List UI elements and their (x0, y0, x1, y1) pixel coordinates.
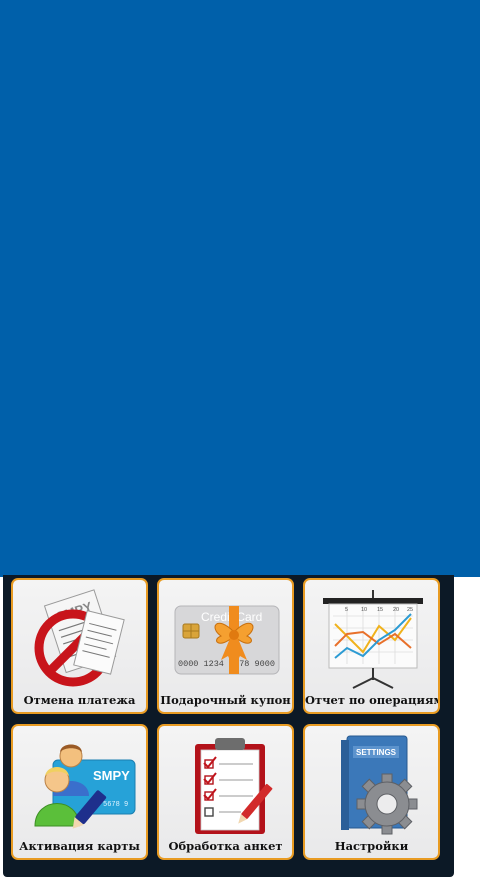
tile-operations-report[interactable]: 5 10 15 20 25 Отчет по операциям (303, 578, 440, 714)
settings-gear-icon: SETTINGS (341, 735, 418, 835)
tile-label: Обработка анкет (168, 839, 283, 853)
svg-text:15: 15 (377, 607, 383, 613)
tile-label: Подарочный купон (160, 693, 291, 707)
svg-text:20: 20 (393, 607, 399, 613)
tile-gift-coupon[interactable]: Credit Card 0000 1234 5678 9000 Подарочн… (157, 578, 294, 714)
questionnaire-clipboard-icon (195, 738, 273, 834)
svg-text:5678 9: 5678 9 (103, 801, 128, 809)
tile-label: Отчет по операциям (305, 693, 440, 707)
svg-text:SETTINGS: SETTINGS (356, 748, 397, 757)
report-chart-icon: 5 10 15 20 25 (323, 590, 423, 689)
svg-text:0000 1234 5678 9000: 0000 1234 5678 9000 (178, 659, 275, 669)
tile-settings[interactable]: SETTINGS Настройки (303, 724, 440, 860)
main-menu: SMPY Отмена платежа Credit Card 0000 123… (3, 575, 454, 877)
tile-label: Отмена платежа (23, 693, 136, 707)
gift-card-icon: Credit Card 0000 1234 5678 9000 (174, 605, 280, 675)
svg-text:25: 25 (407, 607, 413, 613)
tile-label: Настройки (334, 839, 409, 853)
svg-text:10: 10 (361, 607, 367, 613)
tile-cancel-payment[interactable]: SMPY Отмена платежа (11, 578, 148, 714)
tile-label: Активация карты (19, 839, 140, 853)
cancel-payment-icon: SMPY (34, 589, 125, 687)
svg-text:SMPY: SMPY (93, 768, 130, 783)
svg-text:5: 5 (345, 607, 348, 613)
header-panel (0, 0, 480, 577)
tile-card-activation[interactable]: SMPY 5678 9 Активация карты (11, 724, 148, 860)
card-activation-icon: SMPY 5678 9 (34, 744, 136, 829)
tile-questionnaire-processing[interactable]: Обработка анкет (157, 724, 294, 860)
